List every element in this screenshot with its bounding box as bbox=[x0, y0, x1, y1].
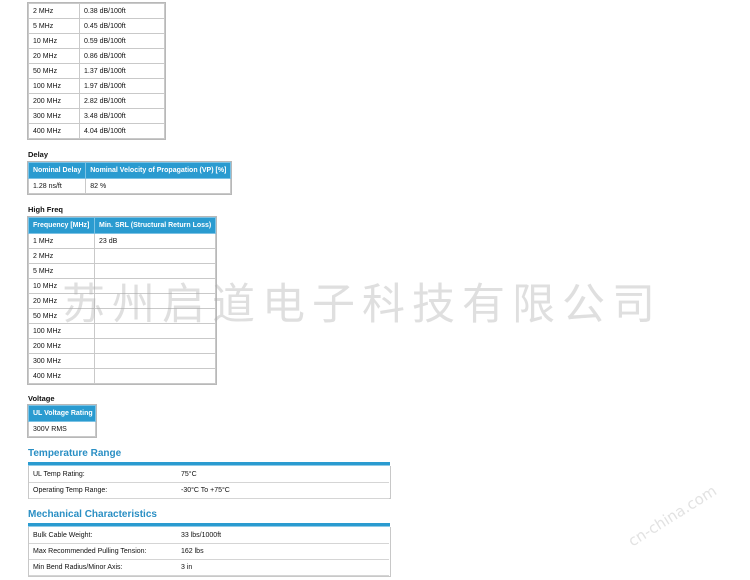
delay-header-vp: Nominal Velocity of Propagation (VP) [%] bbox=[85, 162, 232, 179]
high-freq-label-cell: 100 MHz bbox=[28, 323, 95, 339]
table-row: UL Temp Rating: 75°C bbox=[29, 467, 389, 483]
mechanical-table: Bulk Cable Weight: 33 lbs/1000ft Max Recom… bbox=[29, 528, 389, 576]
table-row: 200 MHz 2.82 dB/100ft bbox=[28, 93, 165, 109]
table-row: Min Bend Radius/Minor Axis: 3 in bbox=[29, 559, 389, 576]
attenuation-label-cell: 5 MHz bbox=[28, 18, 80, 34]
attenuation-label-cell: 20 MHz bbox=[28, 48, 80, 64]
high-freq-value-cell bbox=[93, 323, 217, 339]
table-row: 50 MHz bbox=[28, 308, 217, 324]
high-freq-label-cell: 400 MHz bbox=[28, 368, 95, 384]
temperature-label-cell: Operating Temp Range: bbox=[29, 482, 177, 499]
attenuation-value-cell: 0.45 dB/100ft bbox=[79, 18, 165, 34]
attenuation-value-cell: 2.82 dB/100ft bbox=[79, 93, 165, 109]
voltage-header: UL Voltage Rating bbox=[28, 405, 96, 422]
table-row: 300 MHz 3.48 dB/100ft bbox=[28, 108, 165, 124]
mechanical-title: Mechanical Characteristics bbox=[28, 509, 157, 520]
table-row: Operating Temp Range: -30°C To +75°C bbox=[29, 482, 389, 499]
table-row: Max Recommended Pulling Tension: 162 lbs bbox=[29, 543, 389, 560]
high-freq-value-cell bbox=[93, 293, 217, 309]
high-freq-label-cell: 10 MHz bbox=[28, 278, 95, 294]
temperature-value-cell: 75°C bbox=[177, 467, 389, 483]
table-row: 100 MHz bbox=[28, 323, 217, 339]
table-row: 50 MHz 1.37 dB/100ft bbox=[28, 63, 165, 79]
table-row: 10 MHz bbox=[28, 278, 217, 294]
high-freq-value-cell bbox=[93, 368, 217, 384]
table-row: 100 MHz 1.97 dB/100ft bbox=[28, 78, 165, 94]
high-freq-label-cell: 200 MHz bbox=[28, 338, 95, 354]
high-freq-header-frequency: Frequency [MHz] bbox=[28, 217, 95, 234]
attenuation-value-cell: 0.38 dB/100ft bbox=[79, 3, 165, 19]
high-freq-header-srl: Min. SRL (Structural Return Loss) bbox=[93, 217, 217, 234]
table-row: 400 MHz bbox=[28, 368, 217, 384]
attenuation-label-cell: 50 MHz bbox=[28, 63, 80, 79]
table-row: 5 MHz bbox=[28, 263, 217, 279]
table-row: 200 MHz bbox=[28, 338, 217, 354]
temperature-title: Temperature Range bbox=[28, 448, 122, 459]
temperature-table: UL Temp Rating: 75°C Operating Temp Range:… bbox=[29, 467, 389, 499]
mechanical-label-cell: Max Recommended Pulling Tension: bbox=[29, 543, 177, 560]
high-freq-label-cell: 5 MHz bbox=[28, 263, 95, 279]
table-row: 10 MHz 0.59 dB/100ft bbox=[28, 33, 165, 49]
attenuation-value-cell: 4.04 dB/100ft bbox=[79, 123, 165, 139]
mechanical-value-cell: 162 lbs bbox=[177, 543, 389, 560]
delay-label: Delay bbox=[28, 150, 49, 159]
attenuation-value-cell: 0.86 dB/100ft bbox=[79, 48, 165, 64]
voltage-label: Voltage bbox=[28, 394, 55, 403]
attenuation-label-cell: 10 MHz bbox=[28, 33, 80, 49]
delay-header-nominal-delay: Nominal Delay bbox=[27, 162, 87, 179]
table-row: 1 MHz 23 dB bbox=[28, 233, 217, 249]
table-row: 20 MHz 0.86 dB/100ft bbox=[28, 48, 165, 64]
attenuation-label-cell: 300 MHz bbox=[28, 108, 80, 124]
attenuation-value-cell: 1.37 dB/100ft bbox=[79, 63, 165, 79]
high-freq-table: Frequency [MHz] Min. SRL (Structural Ret… bbox=[26, 216, 218, 385]
mechanical-value-cell: 3 in bbox=[177, 559, 389, 576]
delay-value: 1.28 ns/ft bbox=[27, 178, 87, 194]
high-freq-label-cell: 1 MHz bbox=[28, 233, 95, 249]
high-freq-label: High Freq bbox=[28, 205, 63, 214]
temperature-label-cell: UL Temp Rating: bbox=[29, 467, 177, 483]
attenuation-table: 2 MHz 0.38 dB/100ft 5 MHz 0.45 dB/100ft 10 M… bbox=[27, 2, 166, 140]
high-freq-label-cell: 20 MHz bbox=[28, 293, 95, 309]
high-freq-value-cell bbox=[93, 248, 217, 264]
temperature-value-cell: -30°C To +75°C bbox=[177, 482, 389, 499]
table-row: 20 MHz bbox=[28, 293, 217, 309]
table-row: 5 MHz 0.45 dB/100ft bbox=[28, 18, 165, 34]
table-row: 2 MHz bbox=[28, 248, 217, 264]
mechanical-label-cell: Min Bend Radius/Minor Axis: bbox=[29, 559, 177, 576]
high-freq-label-cell: 2 MHz bbox=[28, 248, 95, 264]
high-freq-value-cell bbox=[93, 263, 217, 279]
delay-table: Nominal Delay Nominal Velocity of Propag… bbox=[26, 161, 233, 195]
table-row: 2 MHz 0.38 dB/100ft bbox=[28, 3, 165, 19]
high-freq-value-cell bbox=[93, 353, 217, 369]
attenuation-label-cell: 100 MHz bbox=[28, 78, 80, 94]
site-watermark: cn-china.com bbox=[625, 481, 720, 551]
attenuation-label-cell: 2 MHz bbox=[28, 3, 80, 19]
voltage-table: UL Voltage Rating 300V RMS bbox=[27, 404, 97, 438]
table-row: 1.28 ns/ft 82 % bbox=[27, 178, 232, 194]
high-freq-label-cell: 300 MHz bbox=[28, 353, 95, 369]
attenuation-value-cell: 3.48 dB/100ft bbox=[79, 108, 165, 124]
attenuation-label-cell: 400 MHz bbox=[28, 123, 80, 139]
vp-value: 82 % bbox=[85, 178, 232, 194]
table-row: 300 MHz bbox=[28, 353, 217, 369]
attenuation-value-cell: 0.59 dB/100ft bbox=[79, 33, 165, 49]
table-row: Bulk Cable Weight: 33 lbs/1000ft bbox=[29, 528, 389, 544]
high-freq-value-cell: 23 dB bbox=[93, 233, 217, 249]
voltage-value: 300V RMS bbox=[28, 421, 96, 437]
attenuation-value-cell: 1.97 dB/100ft bbox=[79, 78, 165, 94]
mechanical-value-cell: 33 lbs/1000ft bbox=[177, 528, 389, 544]
mechanical-label-cell: Bulk Cable Weight: bbox=[29, 528, 177, 544]
attenuation-label-cell: 200 MHz bbox=[28, 93, 80, 109]
table-row: 300V RMS bbox=[28, 421, 96, 437]
table-row: 400 MHz 4.04 dB/100ft bbox=[28, 123, 165, 139]
high-freq-value-cell bbox=[93, 308, 217, 324]
high-freq-label-cell: 50 MHz bbox=[28, 308, 95, 324]
high-freq-value-cell bbox=[93, 278, 217, 294]
high-freq-value-cell bbox=[93, 338, 217, 354]
